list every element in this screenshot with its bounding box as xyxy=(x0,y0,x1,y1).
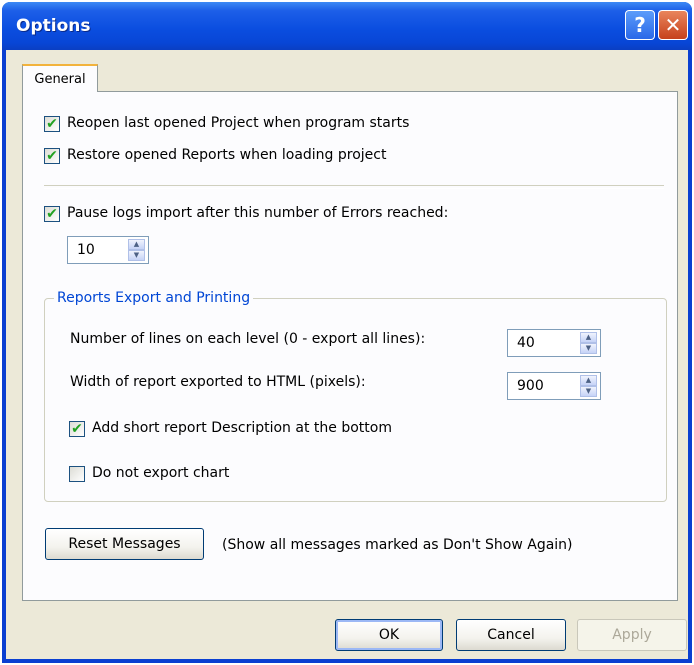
tab-general[interactable]: General xyxy=(22,64,98,92)
reset-messages-button[interactable]: Reset Messages xyxy=(45,528,204,560)
errors-limit-spinner[interactable]: 10 ▲ ▼ xyxy=(67,236,149,264)
spin-up-icon[interactable]: ▲ xyxy=(128,239,145,250)
reset-messages-hint: (Show all messages marked as Don't Show … xyxy=(222,537,573,553)
lines-per-level-value[interactable]: 40 xyxy=(517,335,535,351)
add-description-checkbox[interactable]: ✔ xyxy=(69,421,85,437)
restore-reports-checkbox[interactable]: ✔ xyxy=(44,148,60,164)
pause-import-checkbox[interactable]: ✔ xyxy=(44,206,60,222)
title-bar[interactable] xyxy=(2,2,692,50)
spin-down-icon[interactable]: ▼ xyxy=(580,386,597,397)
no-chart-checkbox[interactable] xyxy=(69,466,85,482)
apply-button[interactable]: Apply xyxy=(577,619,687,651)
errors-limit-value[interactable]: 10 xyxy=(77,242,95,258)
html-width-label: Width of report exported to HTML (pixels… xyxy=(70,374,366,390)
reopen-project-checkbox[interactable]: ✔ xyxy=(44,116,60,132)
checkmark-icon: ✔ xyxy=(46,148,58,164)
cancel-button[interactable]: Cancel xyxy=(456,619,566,651)
restore-reports-label[interactable]: Restore opened Reports when loading proj… xyxy=(67,147,386,163)
checkmark-icon: ✔ xyxy=(71,421,83,437)
spin-down-icon[interactable]: ▼ xyxy=(128,250,145,261)
spin-down-icon[interactable]: ▼ xyxy=(580,343,597,354)
separator xyxy=(44,185,664,189)
no-chart-label[interactable]: Do not export chart xyxy=(92,465,229,481)
reports-export-group-title: Reports Export and Printing xyxy=(54,290,254,306)
add-description-label[interactable]: Add short report Description at the bott… xyxy=(92,420,392,436)
spin-up-icon[interactable]: ▲ xyxy=(580,375,597,386)
lines-per-level-label: Number of lines on each level (0 - expor… xyxy=(70,331,426,347)
checkmark-icon: ✔ xyxy=(46,206,58,222)
lines-per-level-spinner[interactable]: 40 ▲ ▼ xyxy=(507,329,601,357)
reopen-project-label[interactable]: Reopen last opened Project when program … xyxy=(67,115,409,131)
spin-up-icon[interactable]: ▲ xyxy=(580,332,597,343)
checkmark-icon: ✔ xyxy=(46,116,58,132)
ok-button[interactable]: OK xyxy=(335,619,443,651)
help-button[interactable]: ? xyxy=(625,10,655,40)
close-button[interactable]: ✕ xyxy=(658,10,688,40)
pause-import-label[interactable]: Pause logs import after this number of E… xyxy=(67,205,448,221)
html-width-spinner[interactable]: 900 ▲ ▼ xyxy=(507,372,601,400)
html-width-value[interactable]: 900 xyxy=(517,378,544,394)
window-title: Options xyxy=(16,16,91,36)
